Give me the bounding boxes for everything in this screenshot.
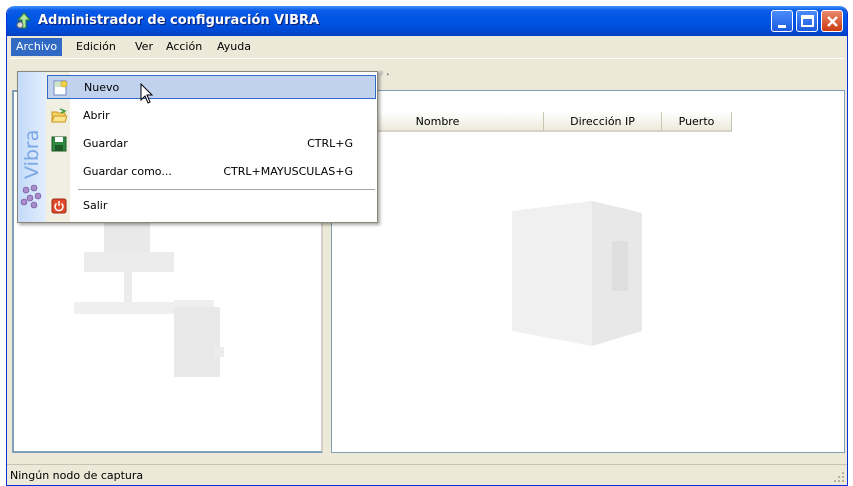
- menu-bar: Archivo Edición Ver Acción Ayuda: [10, 36, 844, 57]
- maximize-button[interactable]: [796, 10, 818, 32]
- menu-item-nuevo[interactable]: Nuevo: [47, 75, 376, 99]
- resize-grip-icon[interactable]: [833, 471, 845, 483]
- minimize-icon: [778, 25, 786, 28]
- power-exit-icon: [51, 198, 67, 214]
- menu-archivo-label: Archivo: [16, 40, 58, 53]
- new-document-icon: [53, 80, 68, 96]
- menu-item-abrir-label: Abrir: [83, 109, 110, 122]
- menu-ver-label: Ver: [135, 40, 153, 53]
- save-disk-icon: [51, 136, 67, 152]
- menu-accion[interactable]: Acción: [162, 39, 206, 55]
- menu-item-salir[interactable]: Salir: [46, 193, 377, 219]
- column-header-puerto-label: Puerto: [678, 115, 715, 128]
- menu-side-band: Vibra: [18, 72, 46, 222]
- mouse-cursor-icon: [140, 83, 154, 104]
- column-header-puerto[interactable]: Puerto: [662, 112, 732, 132]
- menu-item-guardar-como-shortcut: CTRL+MAYUSCULAS+G: [223, 165, 353, 178]
- column-header-ip[interactable]: Dirección IP: [544, 112, 662, 132]
- column-header-nombre-label: Nombre: [415, 115, 460, 128]
- close-button[interactable]: [821, 10, 843, 32]
- menu-archivo[interactable]: Archivo: [10, 38, 63, 56]
- menu-ver[interactable]: Ver: [131, 39, 157, 55]
- menu-item-guardar[interactable]: Guardar CTRL+G: [46, 131, 377, 157]
- menu-edicion-label: Edición: [76, 40, 116, 53]
- window-title: Administrador de configuración VIBRA: [38, 13, 320, 28]
- menu-item-guardar-como-label: Guardar como...: [83, 165, 172, 178]
- menu-ayuda[interactable]: Ayuda: [213, 39, 255, 55]
- open-folder-icon: [51, 108, 67, 123]
- minimize-button[interactable]: [771, 10, 793, 32]
- toolbar-overflow-icon[interactable]: [378, 63, 392, 83]
- computer-watermark-icon: [512, 201, 642, 346]
- menu-edicion[interactable]: Edición: [72, 39, 120, 55]
- menu-item-nuevo-label: Nuevo: [84, 81, 120, 94]
- node-list-pane[interactable]: Nombre Dirección IP Puerto: [331, 90, 845, 453]
- menu-item-abrir[interactable]: Abrir: [46, 103, 377, 129]
- status-bar: Ningún nodo de captura: [7, 464, 847, 485]
- menu-separator: [78, 189, 375, 190]
- menu-side-label: Vibra: [21, 129, 43, 179]
- title-bar[interactable]: Administrador de configuración VIBRA: [7, 6, 847, 36]
- status-text: Ningún nodo de captura: [10, 469, 144, 482]
- vibra-app-icon: [16, 12, 32, 29]
- menu-item-guardar-shortcut: CTRL+G: [307, 137, 353, 150]
- menu-item-guardar-label: Guardar: [83, 137, 128, 150]
- menu-ayuda-label: Ayuda: [217, 40, 251, 53]
- menu-accion-label: Acción: [166, 40, 203, 53]
- maximize-icon: [801, 15, 814, 27]
- archivo-dropdown-menu: Vibra Nuevo Abrir Guardar CTRL+G Guardar…: [17, 71, 378, 223]
- menu-item-salir-label: Salir: [83, 199, 108, 212]
- column-header-ip-label: Dirección IP: [570, 115, 635, 128]
- molecule-logo-icon: [20, 184, 42, 209]
- menu-item-guardar-como[interactable]: Guardar como... CTRL+MAYUSCULAS+G: [46, 159, 377, 185]
- close-icon: [827, 16, 838, 27]
